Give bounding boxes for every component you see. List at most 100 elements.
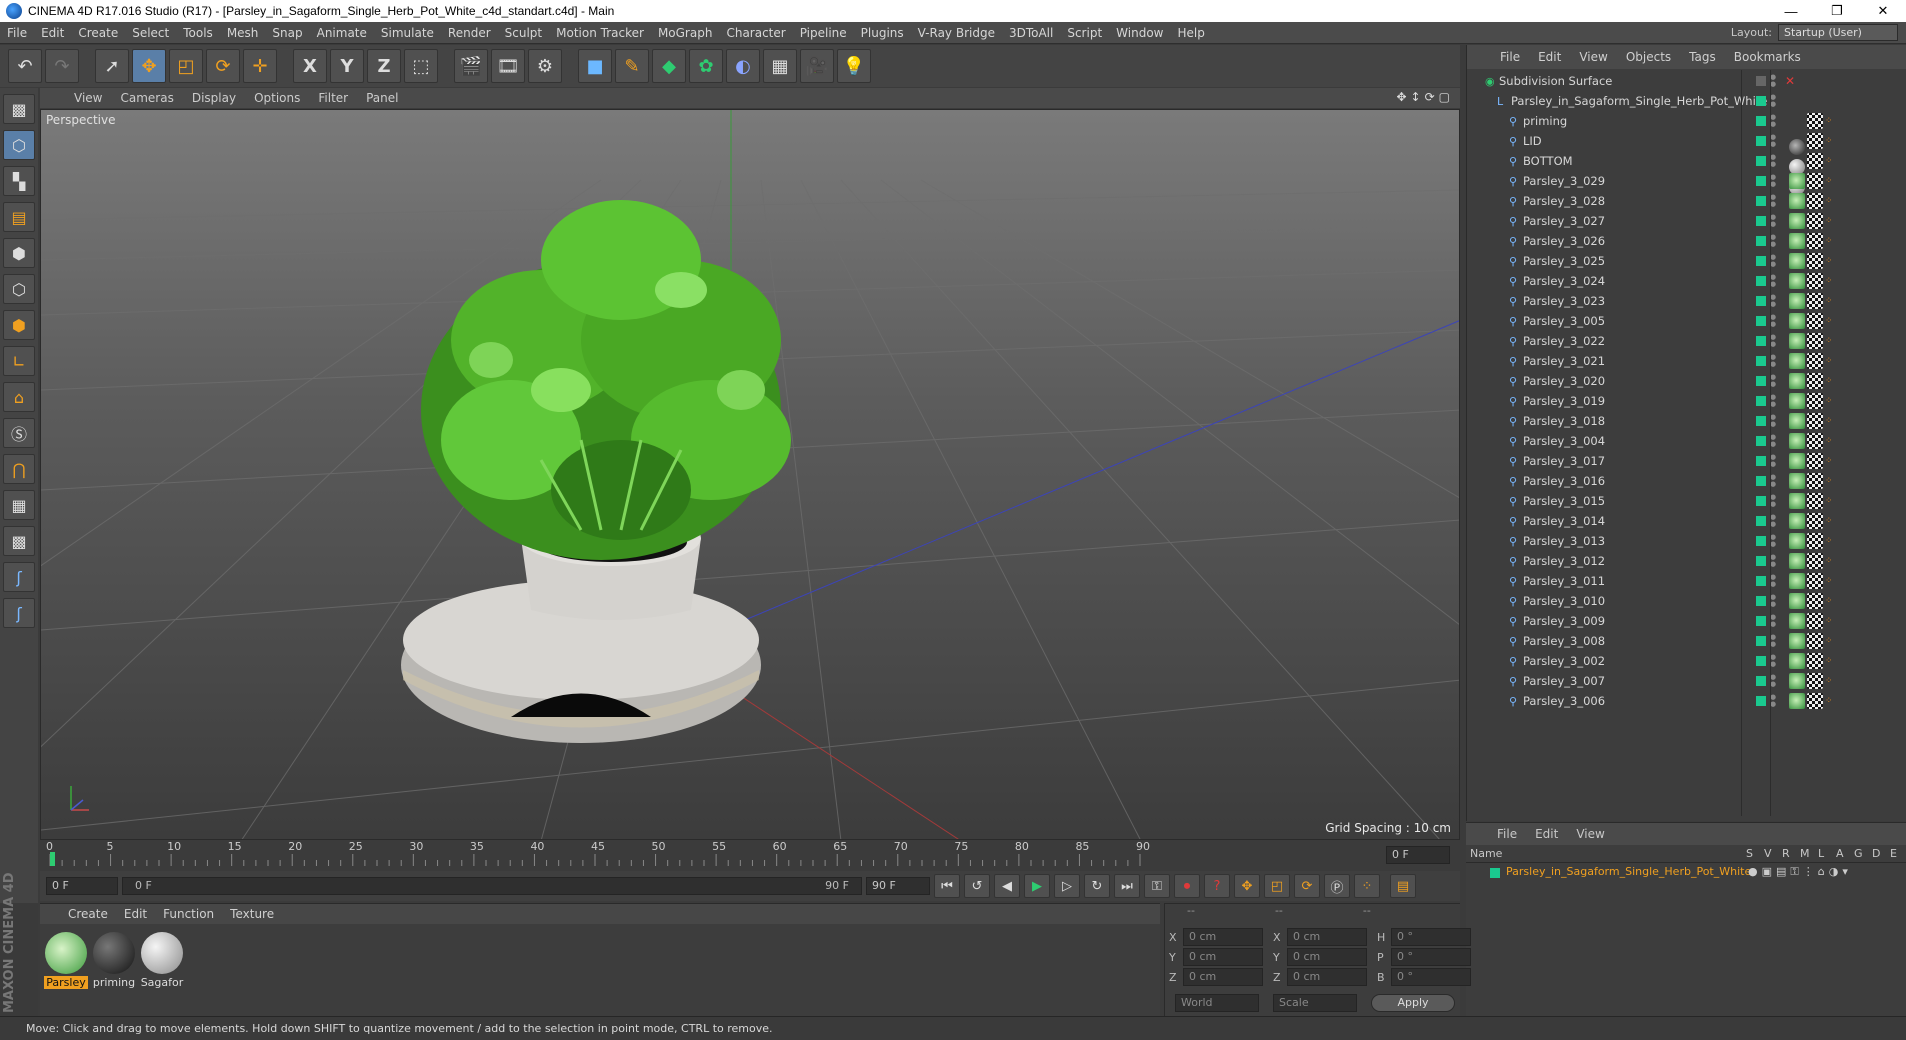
object-name[interactable]: Parsley_3_016 xyxy=(1523,474,1605,488)
material-tag-icon[interactable] xyxy=(1789,553,1805,569)
uvw-tag-icon[interactable] xyxy=(1807,393,1823,409)
cube-object-button[interactable]: ■ xyxy=(578,49,612,83)
redo-button[interactable]: ↷ xyxy=(45,49,79,83)
material-tag-icon[interactable] xyxy=(1789,613,1805,629)
perspective-viewport[interactable]: Perspective Grid Spacing : 10 cm xyxy=(40,109,1460,840)
layer-visibility-icon[interactable] xyxy=(1756,316,1766,326)
locked-workplane-button[interactable]: ▩ xyxy=(3,526,35,556)
object-name[interactable]: Parsley_3_025 xyxy=(1523,254,1605,268)
object-name[interactable]: Parsley_3_002 xyxy=(1523,654,1605,668)
object-row[interactable]: ⚲ Parsley_3_014 ● ● ⁘ xyxy=(1467,511,1906,531)
material-tag-icon[interactable] xyxy=(1789,213,1805,229)
selection-tag-icon[interactable]: ⁘ xyxy=(1825,656,1835,666)
object-row[interactable]: ⚲ Parsley_3_004 ● ● ⁘ xyxy=(1467,431,1906,451)
material-tag-icon[interactable] xyxy=(1789,293,1805,309)
object-row[interactable]: ◉ Subdivision Surface ● ● ✕ xyxy=(1467,71,1906,91)
previous-key-button[interactable]: ↺ xyxy=(964,874,990,898)
transform-tool-button[interactable]: ✛ xyxy=(243,49,277,83)
menu-render[interactable]: Render xyxy=(441,26,498,40)
object-name[interactable]: Parsley_3_008 xyxy=(1523,634,1605,648)
material-tag-icon[interactable] xyxy=(1789,473,1805,489)
object-row[interactable]: ⚲ Parsley_3_023 ● ● ⁘ xyxy=(1467,291,1906,311)
uvw-tag-icon[interactable] xyxy=(1807,433,1823,449)
make-editable-button[interactable]: ▩ xyxy=(3,94,35,124)
coordinate-value-field[interactable]: 0 ° xyxy=(1391,948,1471,966)
start-frame-field[interactable]: 0 F xyxy=(46,877,118,895)
uvw-tag-icon[interactable] xyxy=(1807,493,1823,509)
selection-tag-icon[interactable]: ⁘ xyxy=(1825,676,1835,686)
uvw-tag-icon[interactable] xyxy=(1807,533,1823,549)
next-key-button[interactable]: ↻ xyxy=(1084,874,1110,898)
record-keys-button[interactable]: ⚿ xyxy=(1144,874,1170,898)
selection-tag-icon[interactable]: ⁘ xyxy=(1825,456,1835,466)
material-tag-icon[interactable] xyxy=(1789,253,1805,269)
selection-tag-icon[interactable]: ⁘ xyxy=(1825,616,1835,626)
uvw-tag-icon[interactable] xyxy=(1807,633,1823,649)
minimize-button[interactable]: — xyxy=(1768,0,1814,22)
object-row[interactable]: ⚲ Parsley_3_007 ● ● ⁘ xyxy=(1467,671,1906,691)
selection-tag-icon[interactable]: ⁘ xyxy=(1825,416,1835,426)
uvw-tag-icon[interactable] xyxy=(1807,673,1823,689)
menu-edit[interactable]: Edit xyxy=(34,26,71,40)
object-row[interactable]: ⚲ Parsley_3_010 ● ● ⁘ xyxy=(1467,591,1906,611)
materials-menu-create[interactable]: Create xyxy=(60,907,116,921)
object-row[interactable]: ⚲ Parsley_3_008 ● ● ⁘ xyxy=(1467,631,1906,651)
end-frame-field[interactable]: 90 F xyxy=(866,877,930,895)
selection-tag-icon[interactable]: ⁘ xyxy=(1825,436,1835,446)
object-row[interactable]: ⚲ BOTTOM ● ● ⁘ xyxy=(1467,151,1906,195)
selection-tag-icon[interactable]: ⁘ xyxy=(1825,236,1835,246)
layer-visibility-icon[interactable] xyxy=(1756,576,1766,586)
selection-tag-icon[interactable]: ⁘ xyxy=(1825,556,1835,566)
menu-tools[interactable]: Tools xyxy=(176,26,220,40)
uvw-tag-icon[interactable] xyxy=(1807,613,1823,629)
python-script-button-2[interactable]: ʃ xyxy=(3,598,35,628)
layer-visibility-icon[interactable] xyxy=(1756,696,1766,706)
layer-visibility-icon[interactable] xyxy=(1756,456,1766,466)
material-priming[interactable]: priming xyxy=(92,932,136,989)
material-tag-icon[interactable] xyxy=(1789,433,1805,449)
play-button[interactable]: ▶ xyxy=(1024,874,1050,898)
object-row[interactable]: ⚲ LID ● ● ⁘ xyxy=(1467,131,1906,175)
apply-button[interactable]: Apply xyxy=(1371,994,1455,1012)
layer-visibility-icon[interactable] xyxy=(1756,676,1766,686)
viewport-menu-view[interactable]: View xyxy=(66,91,110,105)
uvw-tag-icon[interactable] xyxy=(1807,353,1823,369)
edges-mode-button[interactable]: ⬡ xyxy=(3,274,35,304)
layer-visibility-icon[interactable] xyxy=(1756,376,1766,386)
floor-button[interactable]: ▦ xyxy=(763,49,797,83)
python-script-button-1[interactable]: ʃ xyxy=(3,562,35,592)
selection-tag-icon[interactable]: ⁘ xyxy=(1825,516,1835,526)
timeline-window-button[interactable]: ▤ xyxy=(1390,874,1416,898)
uvw-tag-icon[interactable] xyxy=(1807,233,1823,249)
material-tag-icon[interactable] xyxy=(1789,453,1805,469)
material-tag-icon[interactable] xyxy=(1789,393,1805,409)
attr-menu-file[interactable]: File xyxy=(1488,827,1526,841)
layer-visibility-icon[interactable] xyxy=(1756,116,1766,126)
object-row[interactable]: ⚲ Parsley_3_022 ● ● ⁘ xyxy=(1467,331,1906,351)
material-tag-icon[interactable] xyxy=(1789,233,1805,249)
menu-sculpt[interactable]: Sculpt xyxy=(498,26,549,40)
object-name[interactable]: Parsley_3_026 xyxy=(1523,234,1605,248)
object-name[interactable]: Parsley_3_013 xyxy=(1523,534,1605,548)
menu-motion-tracker[interactable]: Motion Tracker xyxy=(549,26,651,40)
menu-select[interactable]: Select xyxy=(125,26,176,40)
selection-tag-icon[interactable]: ⁘ xyxy=(1825,116,1835,126)
object-name[interactable]: Parsley_3_006 xyxy=(1523,694,1605,708)
viewport-menu-filter[interactable]: Filter xyxy=(310,91,356,105)
object-row[interactable]: ⚲ Parsley_3_020 ● ● ⁘ xyxy=(1467,371,1906,391)
object-row[interactable]: ⚲ Parsley_3_015 ● ● ⁘ xyxy=(1467,491,1906,511)
viewport-navigation-icons[interactable]: ✥↕⟳▢ xyxy=(1396,90,1454,104)
object-name[interactable]: Parsley_3_021 xyxy=(1523,354,1605,368)
selection-tag-icon[interactable]: ⁘ xyxy=(1825,376,1835,386)
close-button[interactable]: ✕ xyxy=(1860,0,1906,22)
move-tool-button[interactable]: ✥ xyxy=(132,49,166,83)
object-name[interactable]: Parsley_3_010 xyxy=(1523,594,1605,608)
selection-tag-icon[interactable]: ⁘ xyxy=(1825,316,1835,326)
object-row[interactable]: ⚲ Parsley_3_013 ● ● ⁘ xyxy=(1467,531,1906,551)
material-tag-icon[interactable] xyxy=(1789,673,1805,689)
uvw-tag-icon[interactable] xyxy=(1807,413,1823,429)
selection-tag-icon[interactable]: ⁘ xyxy=(1825,696,1835,706)
material-tag-icon[interactable] xyxy=(1789,573,1805,589)
menu-pipeline[interactable]: Pipeline xyxy=(793,26,854,40)
object-name[interactable]: Parsley_3_015 xyxy=(1523,494,1605,508)
